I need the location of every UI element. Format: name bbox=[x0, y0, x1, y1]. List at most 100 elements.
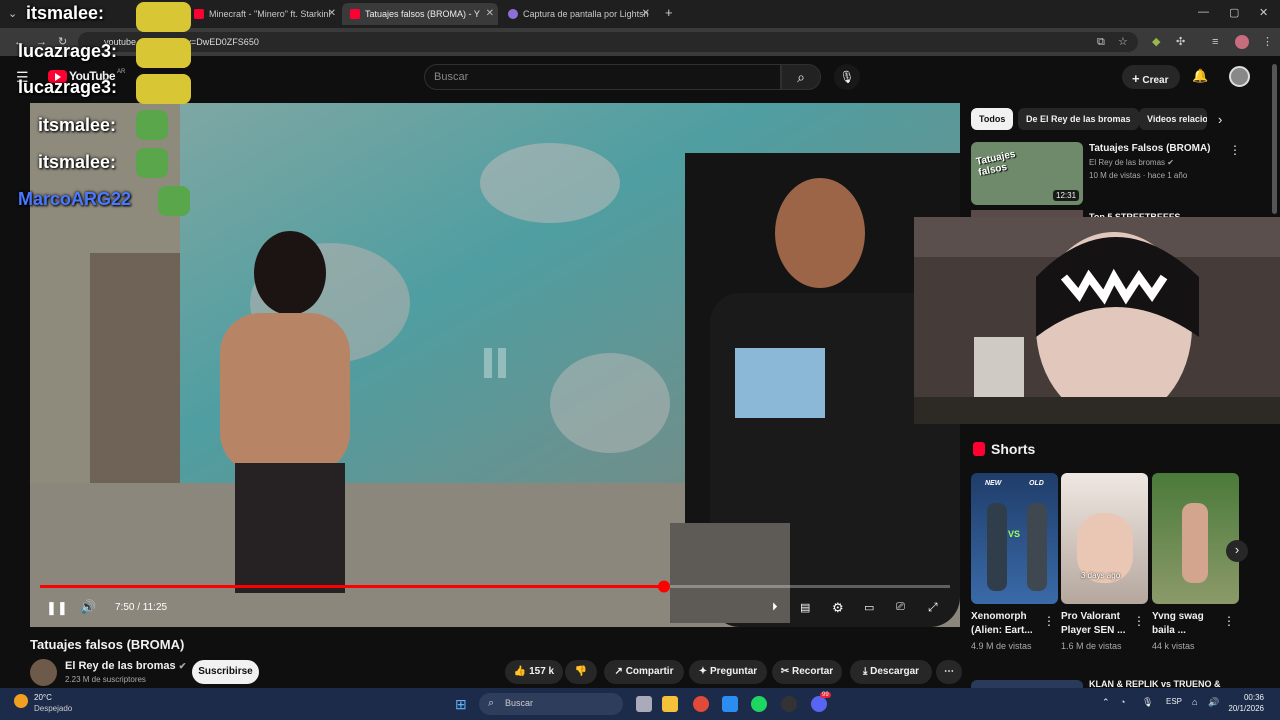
language-indicator[interactable]: ESP bbox=[1166, 697, 1182, 706]
close-tab-icon[interactable]: ✕ bbox=[328, 8, 336, 19]
clock-date: 20/1/2026 bbox=[1228, 704, 1264, 713]
task-view-icon[interactable] bbox=[636, 696, 652, 712]
new-tab-icon[interactable]: + bbox=[665, 6, 673, 19]
install-icon[interactable]: ⧉ bbox=[1097, 36, 1105, 48]
create-button[interactable]: + Crear bbox=[1122, 65, 1180, 89]
tab-tatuajes[interactable]: Tatuajes falsos (BROMA) - Y ✕ bbox=[342, 3, 498, 25]
volume-icon[interactable]: 🔊 bbox=[1208, 697, 1219, 708]
settings-gear-icon[interactable]: ⚙ bbox=[832, 600, 844, 616]
more-vertical-icon[interactable]: ⋮ bbox=[1229, 143, 1241, 157]
short-title[interactable]: Yvng swag baila ... bbox=[1152, 610, 1204, 638]
search-input[interactable]: Buscar bbox=[424, 64, 781, 90]
app-icon[interactable] bbox=[722, 696, 738, 712]
pause-icon[interactable]: ❚❚ bbox=[46, 600, 68, 616]
more-vertical-icon[interactable]: ⋮ bbox=[1223, 614, 1235, 628]
subtitles-icon[interactable]: ▤ bbox=[800, 601, 810, 614]
short-thumbnail[interactable] bbox=[1152, 473, 1239, 604]
more-actions-button[interactable]: ⋯ bbox=[936, 660, 962, 684]
short-title[interactable]: Xenomorph (Alien: Eart... bbox=[971, 610, 1033, 638]
url-field[interactable]: youtube.com/watch?v=DwED0ZFS650 bbox=[78, 32, 1138, 52]
recommendation-title[interactable]: Tatuajes Falsos (BROMA) bbox=[1089, 143, 1211, 154]
short-thumbnail[interactable]: NEW OLD VS bbox=[971, 473, 1058, 604]
short-thumbnail[interactable]: 3 days ago bbox=[1061, 473, 1148, 604]
minimize-icon[interactable]: — bbox=[1198, 6, 1209, 18]
subscribe-button[interactable]: Suscribirse bbox=[192, 660, 259, 684]
search-button[interactable]: ⌕ bbox=[781, 64, 821, 90]
microphone-icon[interactable]: 🎙 bbox=[1142, 697, 1153, 708]
network-icon[interactable]: ⌂ bbox=[1192, 697, 1197, 707]
progress-scrubber[interactable] bbox=[658, 580, 670, 593]
more-vertical-icon[interactable]: ⋮ bbox=[1043, 614, 1055, 628]
notifications-bell-icon[interactable]: 🔔 bbox=[1192, 68, 1208, 84]
tab-lightshot[interactable]: Captura de pantalla por Lightsh ✕ bbox=[502, 3, 654, 25]
obs-icon[interactable] bbox=[781, 696, 797, 712]
subscriber-count: 2.23 M de suscriptores bbox=[65, 675, 146, 684]
share-button[interactable]: ↗ Compartir bbox=[604, 660, 684, 684]
close-tab-icon[interactable]: ✕ bbox=[486, 8, 494, 19]
recommendation-thumbnail[interactable] bbox=[971, 210, 1083, 217]
close-window-icon[interactable]: ✕ bbox=[1259, 6, 1268, 19]
bookmark-star-icon[interactable]: ☆ bbox=[1118, 36, 1128, 48]
ask-button[interactable]: ✦ Preguntar bbox=[689, 660, 767, 684]
extensions-puzzle-icon[interactable]: ✣ bbox=[1176, 36, 1185, 48]
recommendation-channel: El Rey de las bromas ✔ bbox=[1089, 158, 1174, 167]
clip-button[interactable]: ✂ Recortar bbox=[772, 660, 842, 684]
extension-icon[interactable]: ◆ bbox=[1152, 36, 1160, 48]
weather-desc: Despejado bbox=[34, 704, 73, 713]
short-title-line: (Alien: Eart... bbox=[971, 625, 1033, 636]
chip-channel[interactable]: De El Rey de las bromas bbox=[1018, 108, 1139, 130]
recommendation-thumbnail[interactable] bbox=[971, 680, 1083, 688]
address-bar: ← → ↻ youtube.com/watch?v=DwED0ZFS650 ⧉ … bbox=[0, 28, 1280, 56]
media-control-icon[interactable]: ≡ bbox=[1212, 36, 1218, 48]
channel-name[interactable]: El Rey de las bromas ✔ bbox=[65, 660, 186, 672]
thumbnail-text: Tatuajes falsos bbox=[975, 148, 1017, 179]
maximize-icon[interactable]: ▢ bbox=[1229, 6, 1239, 19]
more-menu-icon[interactable]: ⋮ bbox=[1262, 36, 1273, 48]
recommendation-thumbnail[interactable]: Tatuajes falsos 12:31 bbox=[971, 142, 1083, 205]
spotify-icon[interactable] bbox=[751, 696, 767, 712]
recommendation-title[interactable]: Top 5 STREETBEEFS KOs bbox=[1089, 210, 1199, 217]
short-title[interactable]: Pro Valorant Player SEN ... bbox=[1061, 610, 1125, 638]
youtube-favicon-icon bbox=[194, 9, 204, 19]
channel-avatar[interactable] bbox=[30, 659, 57, 686]
shorts-next-button[interactable]: › bbox=[1226, 540, 1248, 562]
tab-search-icon[interactable]: ⌄ bbox=[8, 8, 17, 20]
share-label: Compartir bbox=[625, 666, 674, 677]
fullscreen-icon[interactable]: ⤢ bbox=[928, 600, 938, 615]
more-vertical-icon[interactable]: ⋮ bbox=[1133, 614, 1145, 628]
taskbar-search[interactable]: ⌕ Buscar bbox=[479, 693, 623, 715]
chip-related[interactable]: Videos relacio bbox=[1139, 108, 1207, 130]
file-explorer-icon[interactable] bbox=[662, 696, 678, 712]
clock-time[interactable]: 00:36 bbox=[1220, 693, 1264, 702]
cast-icon[interactable]: ⎚ bbox=[896, 601, 905, 614]
chevron-right-icon[interactable]: › bbox=[1218, 112, 1222, 127]
tray-app-icon[interactable]: ◔ bbox=[1120, 697, 1125, 707]
chip-all[interactable]: Todos bbox=[971, 108, 1014, 130]
xenomorph-figure bbox=[987, 503, 1007, 591]
search-icon: ⌕ bbox=[797, 69, 805, 85]
windows-start-icon[interactable]: ⊞ bbox=[455, 696, 467, 713]
chevron-right-icon: › bbox=[1234, 542, 1240, 557]
time-display: 7:50 / 11:25 bbox=[115, 602, 168, 613]
tray-overflow-icon[interactable]: ⌃ bbox=[1102, 697, 1110, 708]
account-avatar[interactable] bbox=[1229, 66, 1250, 87]
scrollbar[interactable] bbox=[1272, 64, 1277, 214]
video-player[interactable]: ❚❚ 🔊 7:50 / 11:25 ⏵ ▤ ⚙ ▭ ⎚ ⤢ bbox=[30, 103, 960, 627]
download-button[interactable]: ⤓ Descargar bbox=[850, 660, 932, 684]
short-title-line: baila ... bbox=[1152, 625, 1186, 636]
volume-icon[interactable]: 🔊 bbox=[80, 599, 96, 615]
short-title-line: Pro Valorant bbox=[1061, 611, 1120, 622]
xenomorph-figure bbox=[1027, 503, 1047, 591]
close-tab-icon[interactable]: ✕ bbox=[642, 8, 650, 19]
chat-user: lucazrage3: bbox=[18, 77, 118, 97]
chrome-icon[interactable] bbox=[693, 696, 709, 712]
voice-search-button[interactable]: 🎙 bbox=[834, 64, 860, 90]
miniplayer-icon[interactable]: ▭ bbox=[864, 601, 874, 614]
autoplay-toggle-icon[interactable]: ⏵ bbox=[772, 601, 778, 614]
profile-avatar-icon[interactable] bbox=[1235, 35, 1249, 49]
weather-temp[interactable]: 20°C bbox=[34, 693, 52, 702]
like-button[interactable]: 👍 157 k bbox=[505, 660, 563, 684]
discord-icon[interactable] bbox=[811, 696, 827, 712]
tab-minecraft[interactable]: Minecraft - "Minero" ft. Starkinl ✕ bbox=[190, 3, 340, 25]
dislike-button[interactable]: 👎 bbox=[565, 660, 597, 684]
